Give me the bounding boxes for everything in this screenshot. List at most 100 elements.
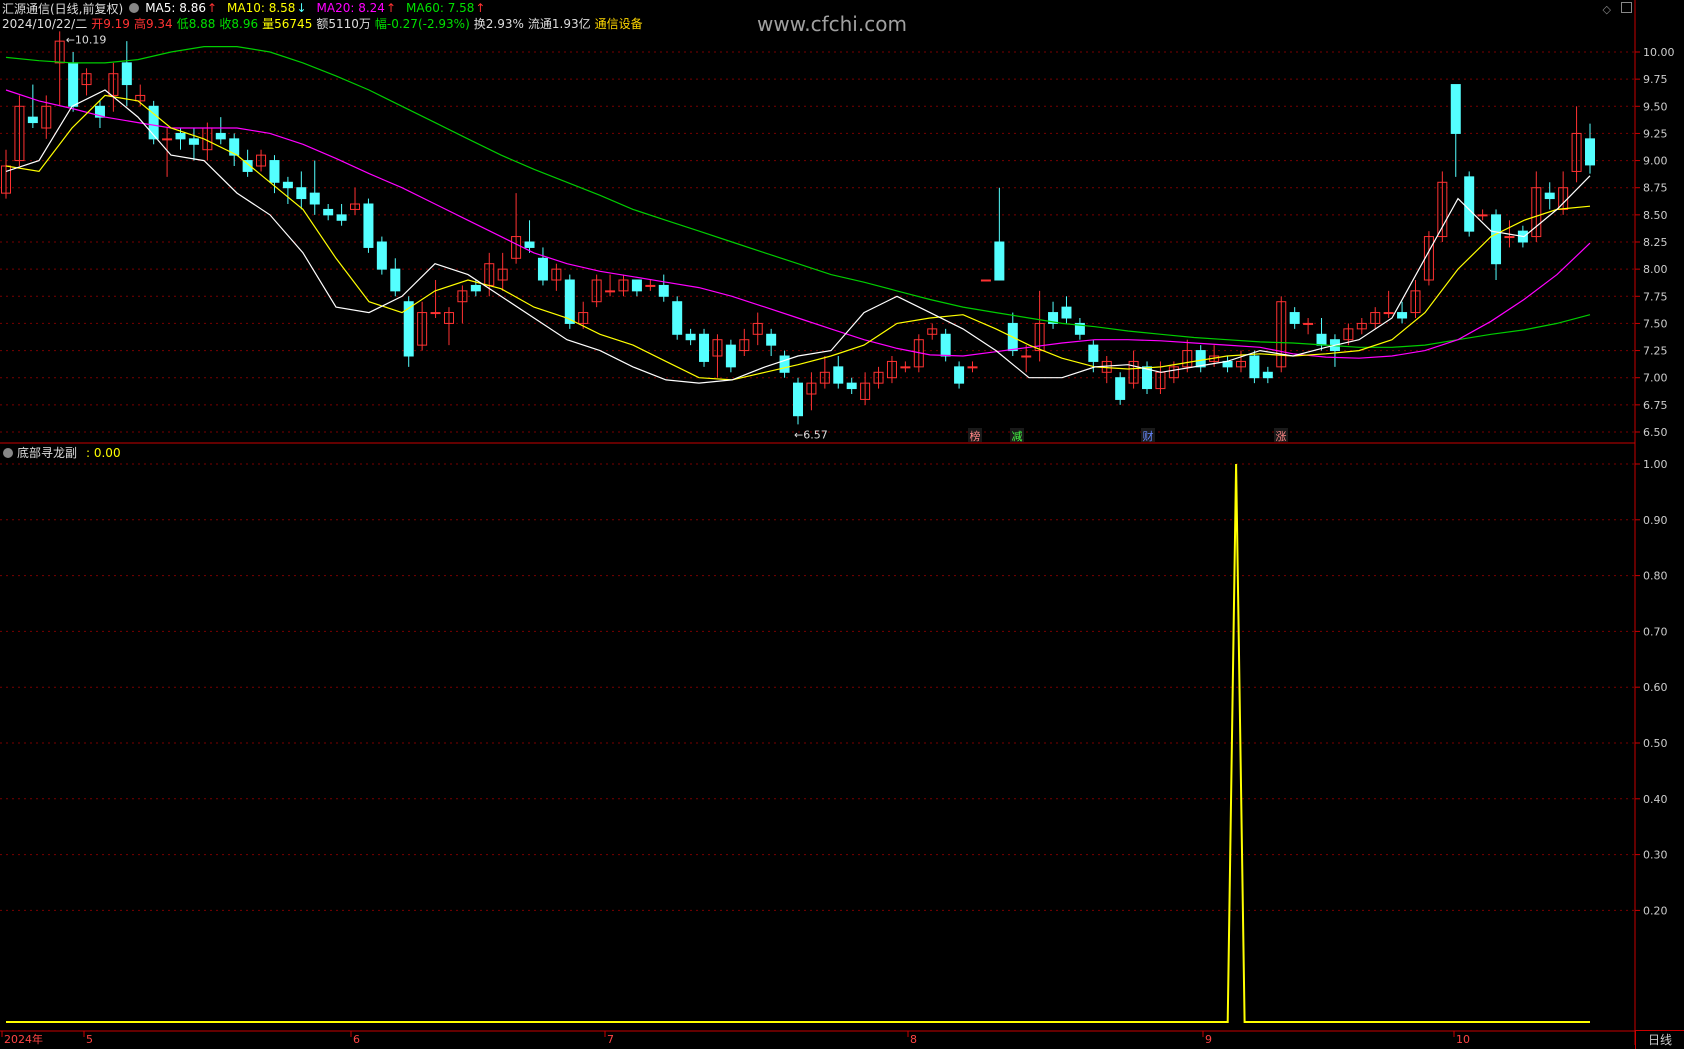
candle-down [1397, 312, 1408, 319]
candle-up [605, 290, 616, 293]
candle-down [1088, 344, 1099, 362]
period-label[interactable]: 日线 [1635, 1030, 1684, 1049]
price-tick-label: 9.25 [1643, 127, 1668, 140]
price-tick-label: 9.00 [1643, 155, 1668, 168]
price-tick-label: 10.00 [1643, 46, 1675, 59]
time-axis-label: 7 [607, 1033, 614, 1045]
ma-line-ma20 [5, 89, 1591, 359]
candle-down [833, 366, 844, 384]
candle-down [68, 62, 79, 107]
indicator-tick-label: 1.00 [1643, 458, 1668, 471]
price-tick-label: 8.50 [1643, 209, 1668, 222]
candle-down [309, 192, 320, 205]
event-tag: 榜 [970, 429, 981, 443]
indicator-title: 底部寻龙副 [17, 445, 77, 460]
candle-down [269, 160, 280, 183]
candle-down [1491, 214, 1502, 265]
candle-down [296, 187, 307, 200]
candle-down [1249, 355, 1260, 379]
price-tick-label: 7.50 [1643, 317, 1668, 330]
candle-down [766, 333, 777, 346]
candle-down [1289, 312, 1300, 324]
price-tick-label: 8.75 [1643, 182, 1668, 195]
candle-down [846, 382, 857, 390]
candle-down [1585, 138, 1595, 166]
price-tick-label: 7.00 [1643, 372, 1668, 385]
candle-down [363, 203, 374, 248]
candle-down [27, 116, 38, 124]
time-axis-label: 5 [86, 1033, 93, 1045]
candle-down [1450, 84, 1461, 134]
candle-down [1464, 176, 1475, 232]
candle-down [390, 268, 401, 292]
candle-down [631, 279, 642, 292]
candle-down [336, 214, 347, 221]
candle-down [1115, 377, 1126, 400]
indicator-tick-label: 0.40 [1643, 793, 1668, 806]
candle-down [1262, 371, 1273, 379]
event-tag: 减 [1012, 430, 1023, 443]
price-tick-label: 6.75 [1643, 399, 1668, 412]
candle-up [1303, 322, 1314, 325]
price-tick-label: 8.25 [1643, 236, 1668, 249]
price-tick-label: 8.00 [1643, 263, 1668, 276]
indicator-tick-label: 0.70 [1643, 625, 1668, 638]
candle-down [672, 301, 683, 335]
candle-down [175, 132, 186, 140]
event-tag: 财 [1143, 429, 1154, 443]
candle-down [282, 181, 293, 189]
candle-down [564, 279, 575, 324]
indicator-tick-label: 0.90 [1643, 514, 1668, 527]
candle-up [967, 366, 978, 369]
candle-up [645, 284, 656, 287]
candle-down [1061, 306, 1072, 319]
event-tag: 涨 [1276, 430, 1287, 443]
candle-up [980, 279, 991, 282]
candle-down [188, 138, 199, 145]
low-price-marker: ←6.57 [794, 428, 828, 441]
time-axis-label: 10 [1456, 1033, 1470, 1045]
candle-down [685, 333, 696, 341]
price-tick-label: 7.75 [1643, 290, 1668, 303]
candle-up [1021, 355, 1032, 358]
candle-up [1383, 312, 1394, 315]
candle-down [121, 62, 132, 86]
candle-up [900, 366, 911, 369]
price-tick-label: 7.25 [1643, 345, 1668, 358]
indicator-tick-label: 0.50 [1643, 737, 1668, 750]
indicator-tick-label: 0.80 [1643, 570, 1668, 583]
indicator-tick-label: 0.20 [1643, 904, 1668, 917]
time-axis-label: 6 [353, 1033, 360, 1045]
time-axis-label: 8 [910, 1033, 917, 1045]
time-axis-label: 9 [1205, 1033, 1212, 1045]
candle-down [658, 284, 669, 297]
candle-down [940, 333, 951, 357]
candle-down [376, 241, 387, 270]
indicator-chart[interactable]: 1.00 0.90 0.80 0.70 0.60 0.50 0.40 0.30 0.20 底部寻龙… [0, 445, 1684, 1045]
candle-down [994, 241, 1005, 281]
candle-down [725, 344, 736, 368]
candle-down [215, 132, 226, 140]
candle-down [699, 333, 710, 362]
candle-up [162, 138, 173, 141]
indicator-tick-label: 0.60 [1643, 681, 1668, 694]
indicator-dropdown-icon [3, 448, 13, 458]
candle-down [323, 208, 334, 216]
candle-down [537, 257, 548, 281]
kline-chart[interactable]: 10.00 9.75 9.50 9.25 9.00 8.75 8.50 8.25 8.00 7.7… [0, 0, 1684, 445]
candle-up [1504, 236, 1515, 239]
candle-down [1316, 333, 1327, 346]
price-tick-label: 9.75 [1643, 73, 1668, 86]
candle-down [1195, 350, 1206, 368]
price-tick-label: 9.50 [1643, 100, 1668, 113]
indicator-tick-label: 0.30 [1643, 849, 1668, 862]
indicator-value: : 0.00 [86, 446, 121, 460]
candle-down [954, 366, 965, 384]
high-price-marker: ←10.19 [66, 33, 107, 46]
candle-up [1477, 214, 1488, 217]
time-axis-label: 2024年 [4, 1032, 43, 1045]
candle-down [779, 355, 790, 373]
candle-down [793, 382, 803, 417]
candle-up [430, 312, 441, 315]
candle-down [524, 241, 535, 248]
